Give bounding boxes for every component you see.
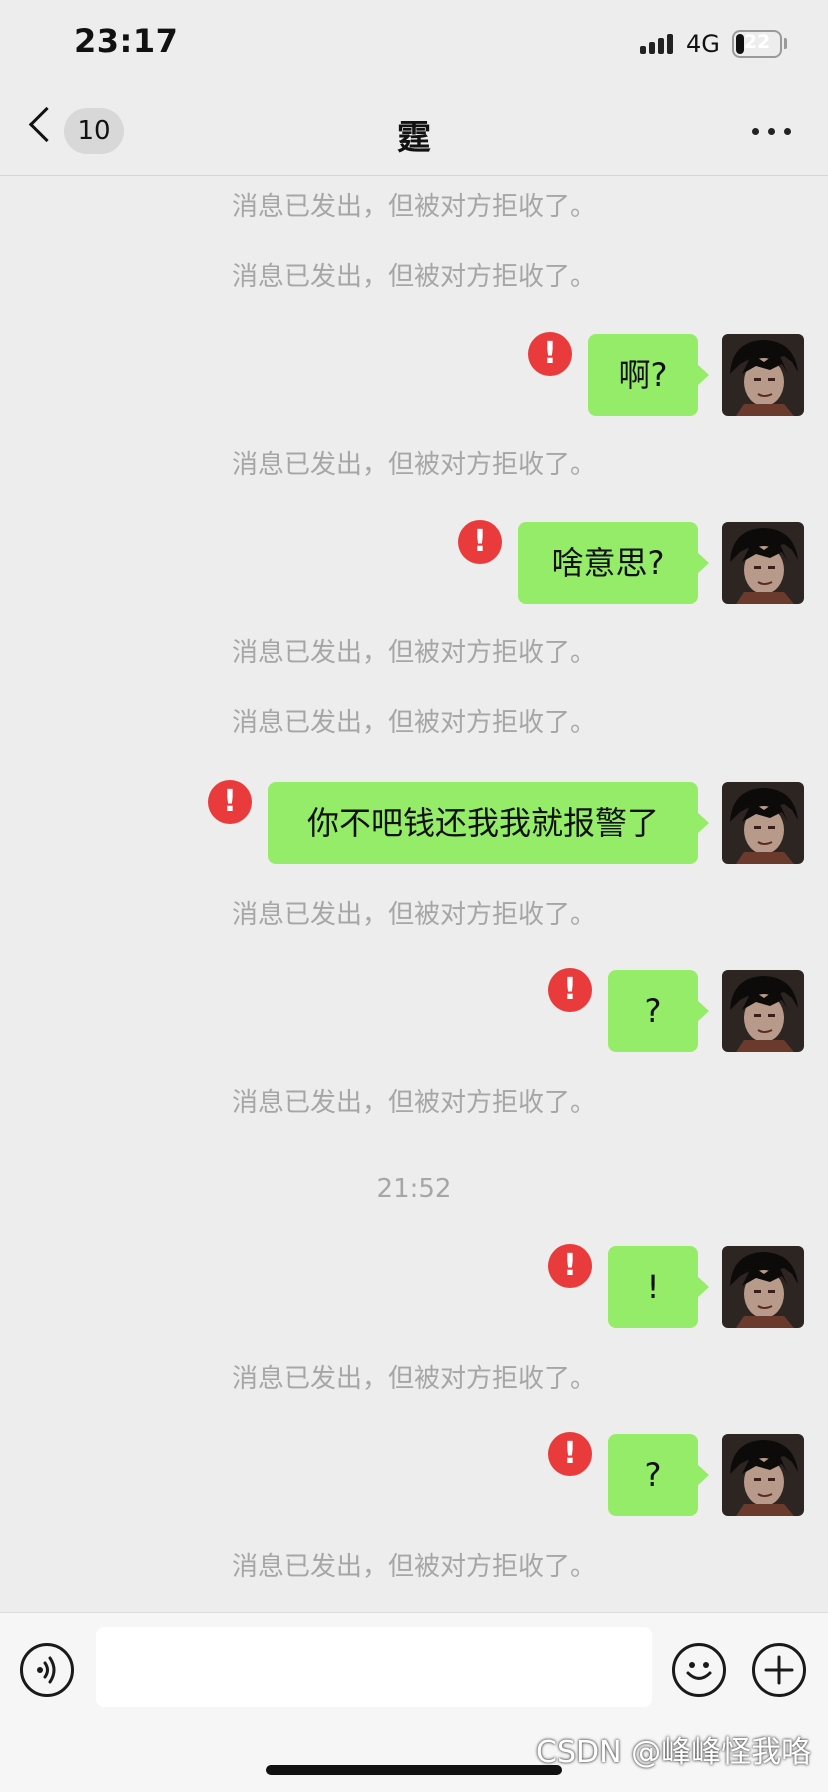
avatar[interactable] xyxy=(722,970,804,1052)
system-notice: 消息已发出，但被对方拒收了。 xyxy=(231,708,596,738)
battery-level: 22 xyxy=(743,31,771,53)
message-input[interactable] xyxy=(96,1627,652,1707)
send-failed-icon[interactable]: ! xyxy=(548,968,592,1012)
message-bubble[interactable]: ! xyxy=(608,1246,709,1328)
system-notice: 消息已发出，但被对方拒收了。 xyxy=(231,192,596,222)
system-notice: 消息已发出，但被对方拒收了。 xyxy=(231,1364,596,1394)
avatar[interactable] xyxy=(722,1434,804,1516)
system-notice: 消息已发出，但被对方拒收了。 xyxy=(231,1088,596,1118)
system-notice: 消息已发出，但被对方拒收了。 xyxy=(231,450,596,480)
avatar[interactable] xyxy=(722,334,804,416)
send-failed-icon[interactable]: ! xyxy=(528,332,572,376)
send-failed-icon[interactable]: ! xyxy=(208,780,252,824)
system-notice: 消息已发出，但被对方拒收了。 xyxy=(231,262,596,292)
chat-message-list[interactable]: 消息已发出，但被对方拒收了。 消息已发出，但被对方拒收了。 ! 啊? 消息已发出… xyxy=(0,176,828,1612)
send-failed-icon[interactable]: ! xyxy=(548,1244,592,1288)
plus-icon[interactable] xyxy=(752,1643,806,1697)
send-failed-icon[interactable]: ! xyxy=(458,520,502,564)
input-bar: CSDN @峰峰怪我咯 xyxy=(0,1612,828,1792)
system-notice: 消息已发出，但被对方拒收了。 xyxy=(231,638,596,668)
watermark: CSDN @峰峰怪我咯 xyxy=(536,1735,812,1770)
battery-cap xyxy=(784,38,787,49)
chat-title: 霆 xyxy=(397,118,431,158)
signal-icon xyxy=(640,32,676,54)
nav-bar: 10 霆 xyxy=(0,88,828,176)
more-options-icon[interactable] xyxy=(752,128,792,136)
chat-timestamp: 21:52 xyxy=(376,1174,452,1204)
battery-icon: 22 xyxy=(732,30,782,58)
avatar[interactable] xyxy=(722,782,804,864)
network-type: 4G xyxy=(686,30,720,58)
emoji-icon[interactable] xyxy=(672,1643,726,1697)
status-bar: 23:17 4G 22 xyxy=(0,0,828,88)
avatar[interactable] xyxy=(722,522,804,604)
system-notice: 消息已发出，但被对方拒收了。 xyxy=(231,900,596,930)
system-notice: 消息已发出，但被对方拒收了。 xyxy=(231,1552,596,1582)
status-time: 23:17 xyxy=(74,22,179,60)
avatar[interactable] xyxy=(722,1246,804,1328)
message-bubble[interactable]: 啥意思? xyxy=(518,522,709,604)
message-bubble[interactable]: 你不吧钱还我我就报警了 xyxy=(268,782,709,864)
message-bubble[interactable]: ? xyxy=(608,1434,709,1516)
send-failed-icon[interactable]: ! xyxy=(548,1432,592,1476)
voice-icon[interactable] xyxy=(20,1643,74,1697)
message-bubble[interactable]: 啊? xyxy=(588,334,709,416)
home-indicator[interactable] xyxy=(266,1765,562,1775)
message-bubble[interactable]: ? xyxy=(608,970,709,1052)
